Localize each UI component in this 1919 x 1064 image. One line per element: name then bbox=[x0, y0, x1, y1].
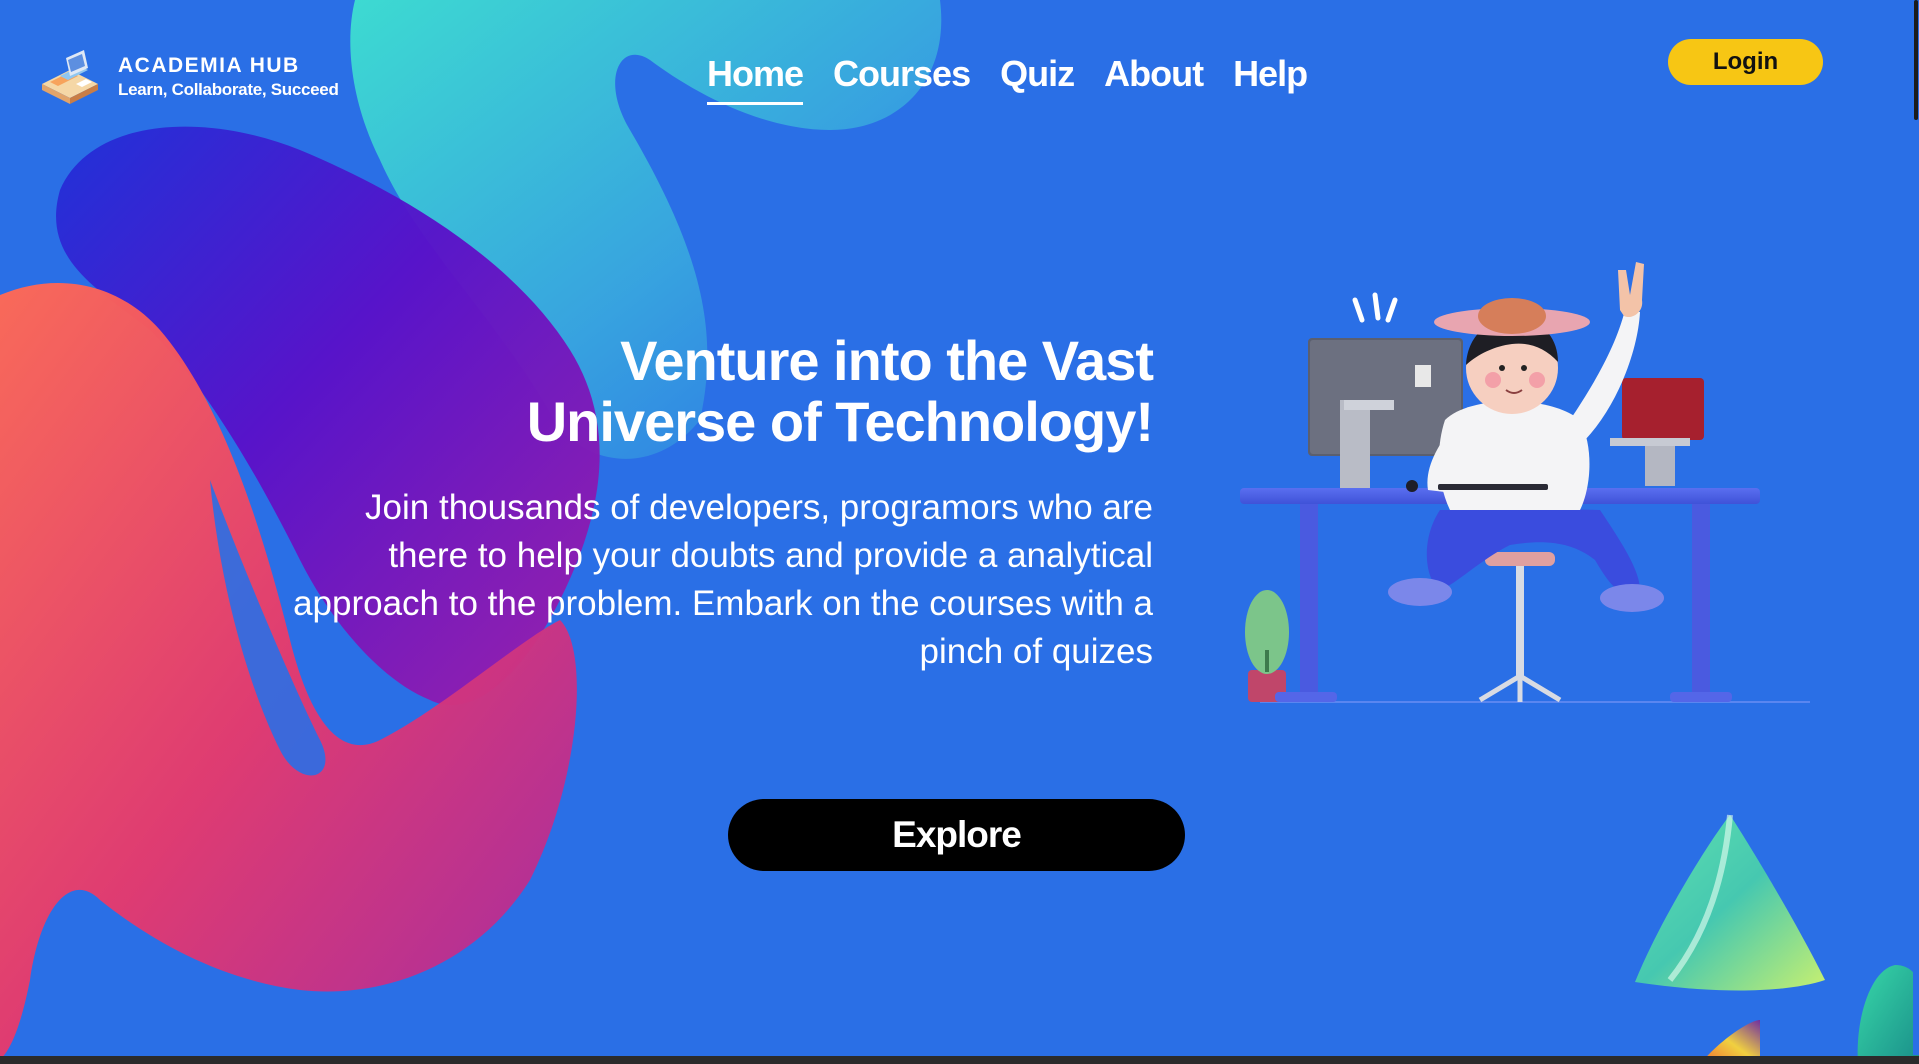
main-nav: Home Courses Quiz About Help bbox=[707, 50, 1308, 105]
nav-quiz[interactable]: Quiz bbox=[1000, 50, 1075, 105]
scrollbar-track[interactable] bbox=[1913, 0, 1919, 1055]
scrollbar-thumb[interactable] bbox=[1914, 0, 1918, 120]
hero-title-line2: Universe of Technology! bbox=[526, 390, 1154, 453]
hero-title-line1: Venture into the Vast bbox=[620, 329, 1154, 392]
nav-home[interactable]: Home bbox=[707, 50, 804, 105]
hero-description: Join thousands of developers, programors… bbox=[293, 488, 1153, 671]
brand-tagline: Learn, Collaborate, Succeed bbox=[118, 80, 339, 99]
brand-name: ACADEMIA HUB bbox=[118, 54, 300, 77]
laptop-books-icon bbox=[42, 50, 98, 104]
brand[interactable]: ACADEMIA HUB Learn, Collaborate, Succeed bbox=[36, 48, 339, 106]
window-bottom-edge bbox=[0, 1056, 1919, 1064]
nav-courses[interactable]: Courses bbox=[833, 50, 971, 105]
corner-shapes-decoration bbox=[1700, 965, 1919, 1064]
developer-at-desk-illustration bbox=[1240, 262, 1810, 703]
brand-text: ACADEMIA HUB Learn, Collaborate, Succeed bbox=[118, 53, 339, 101]
hero-title: Venture into the Vast Universe of Techno… bbox=[380, 329, 1154, 453]
landing-page: ACADEMIA HUB Learn, Collaborate, Succeed… bbox=[0, 0, 1919, 1064]
login-button[interactable]: Login bbox=[1668, 39, 1823, 85]
nav-help[interactable]: Help bbox=[1233, 50, 1308, 105]
explore-button[interactable]: Explore bbox=[728, 799, 1185, 871]
nav-about[interactable]: About bbox=[1104, 50, 1204, 105]
